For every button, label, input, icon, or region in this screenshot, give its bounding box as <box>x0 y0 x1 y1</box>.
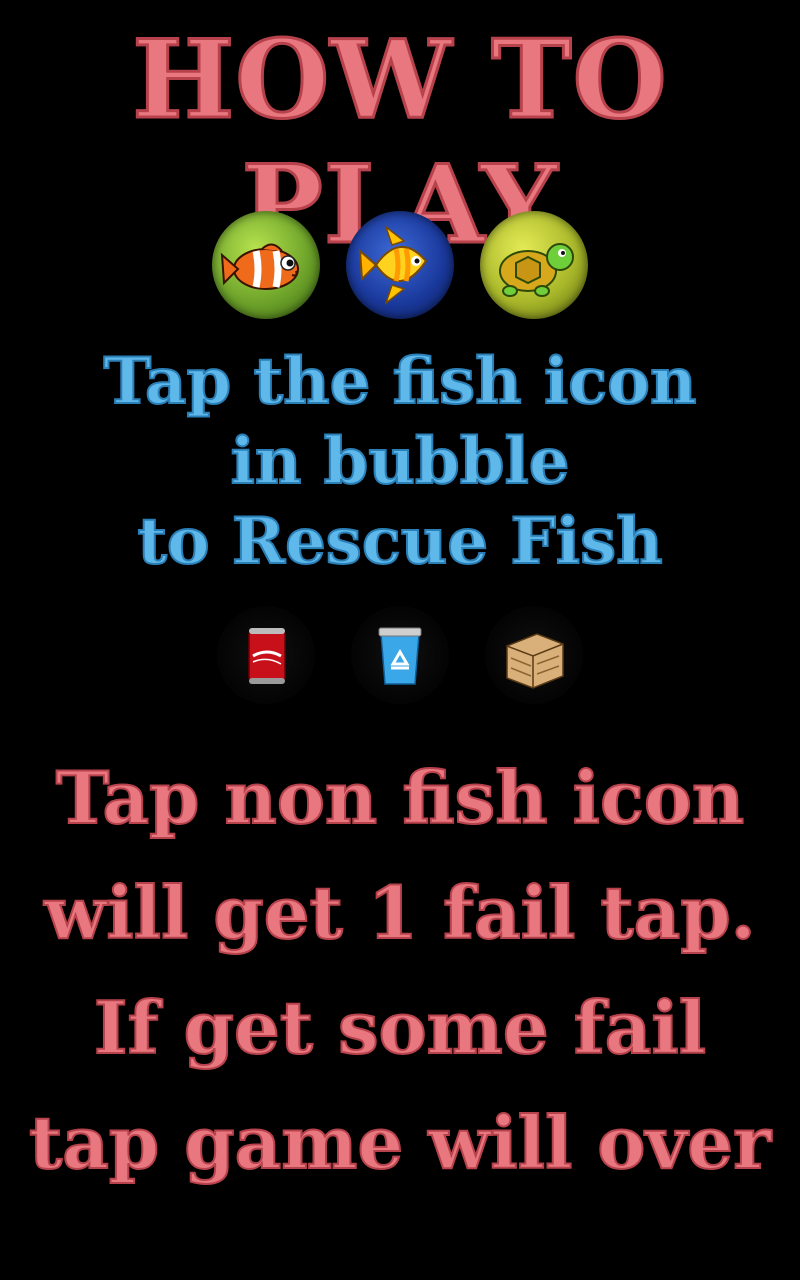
angelfish-icon <box>346 211 454 319</box>
warning-line: Tap non fish icon <box>55 754 745 841</box>
fish-icons-row <box>0 210 800 320</box>
warning-line: tap game will over <box>28 1099 772 1186</box>
instruction-text: Tap the fish icon in bubble to Rescue Fi… <box>0 342 800 582</box>
instruction-line: Tap the fish icon <box>103 343 698 420</box>
warning-text: Tap non fish icon will get 1 fail tap. I… <box>0 740 800 1200</box>
soda-can-icon <box>217 606 315 704</box>
non-fish-icons-row <box>0 600 800 710</box>
instruction-line: to Rescue Fish <box>136 503 663 580</box>
wooden-crate-icon <box>485 606 583 704</box>
turtle-icon <box>480 211 588 319</box>
warning-line: will get 1 fail tap. <box>43 869 756 956</box>
instruction-line: in bubble <box>230 423 571 500</box>
recycle-bin-icon <box>351 606 449 704</box>
warning-line: If get some fail <box>93 984 707 1071</box>
clownfish-icon <box>212 211 320 319</box>
